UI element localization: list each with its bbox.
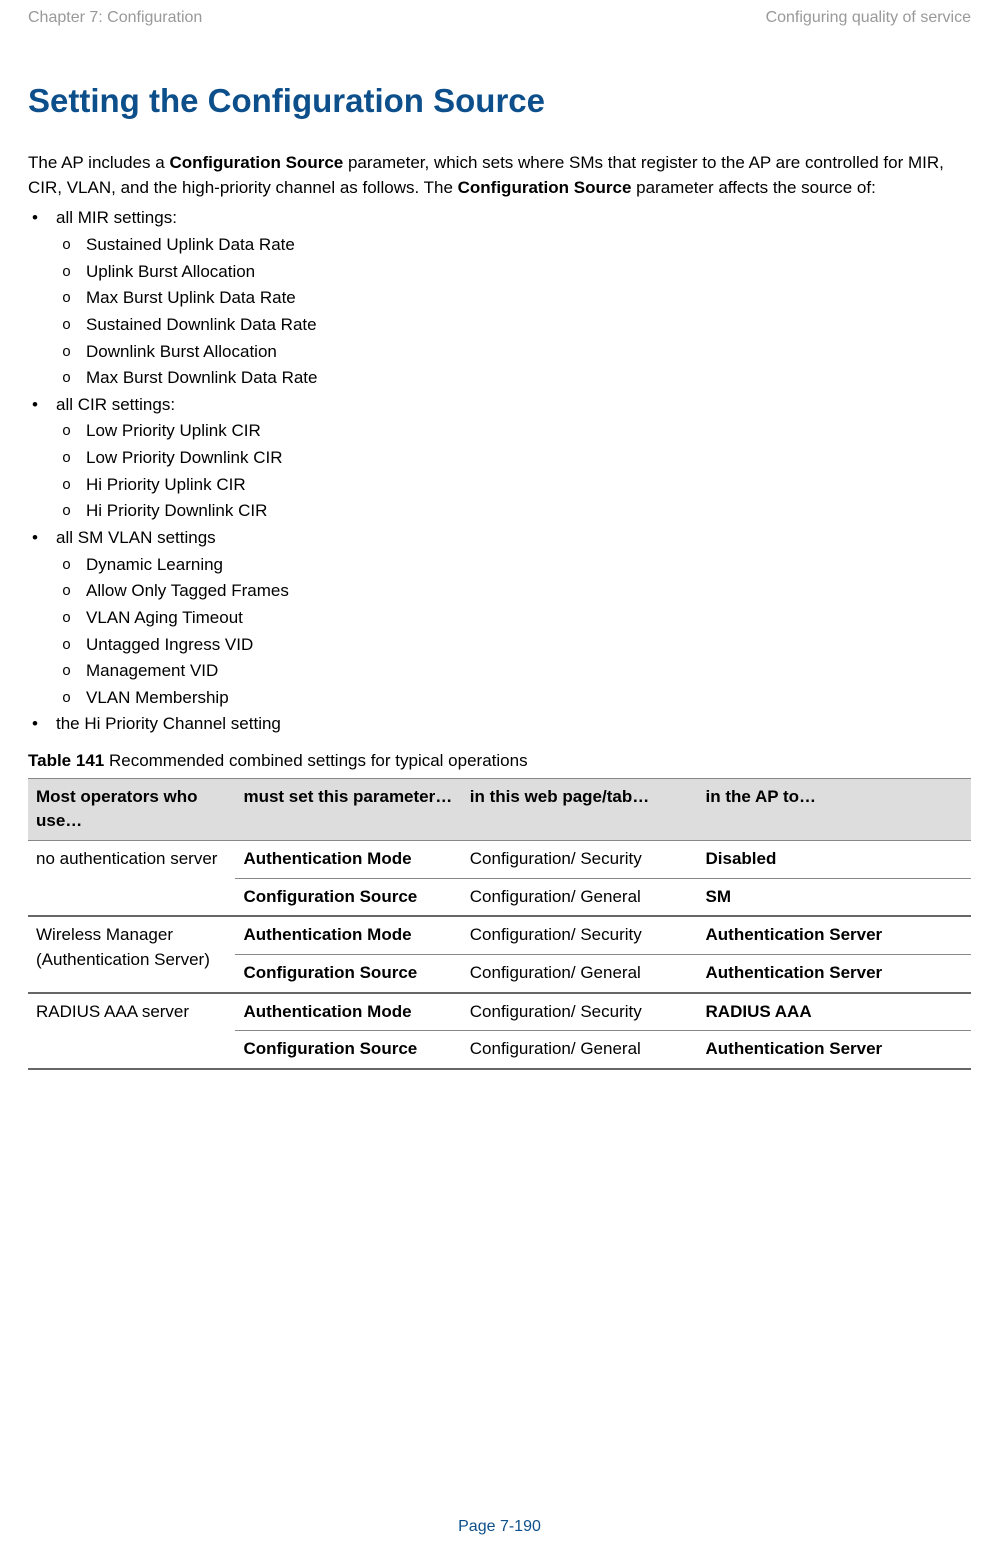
sublist-item: Hi Priority Downlink CIR — [86, 499, 971, 524]
table-header-cell: must set this parameter… — [235, 778, 461, 840]
table-cell-label: Wireless Manager (Authentication Server) — [28, 916, 235, 992]
table-caption-number: Table 141 — [28, 751, 104, 770]
sublist-item: Downlink Burst Allocation — [86, 340, 971, 365]
table-cell: SM — [698, 878, 971, 916]
page-footer: Page 7-190 — [0, 1515, 999, 1538]
sublist-item: Max Burst Downlink Data Rate — [86, 366, 971, 391]
settings-list: all MIR settings: Sustained Uplink Data … — [28, 206, 971, 737]
table-row: Wireless Manager (Authentication Server)… — [28, 916, 971, 954]
list-item: all MIR settings: Sustained Uplink Data … — [56, 206, 971, 390]
table-cell: Configuration Source — [235, 1031, 461, 1069]
sublist-item: Uplink Burst Allocation — [86, 260, 971, 285]
sublist: Dynamic Learning Allow Only Tagged Frame… — [56, 553, 971, 711]
list-item-label: all CIR settings: — [56, 395, 175, 414]
table-cell: Authentication Server — [698, 1031, 971, 1069]
sublist: Sustained Uplink Data Rate Uplink Burst … — [56, 233, 971, 391]
table-cell: Configuration Source — [235, 878, 461, 916]
intro-text: parameter affects the source of: — [631, 178, 875, 197]
intro-paragraph: The AP includes a Configuration Source p… — [28, 151, 971, 200]
table-cell: Authentication Mode — [235, 993, 461, 1031]
header-right: Configuring quality of service — [766, 6, 971, 29]
table-header-row: Most operators who use… must set this pa… — [28, 778, 971, 840]
list-item: all SM VLAN settings Dynamic Learning Al… — [56, 526, 971, 710]
sublist-item: Max Burst Uplink Data Rate — [86, 286, 971, 311]
table-header-cell: in this web page/tab… — [462, 778, 698, 840]
table-cell: Configuration/ Security — [462, 841, 698, 879]
intro-bold-1: Configuration Source — [169, 153, 343, 172]
sublist-item: Hi Priority Uplink CIR — [86, 473, 971, 498]
table-cell: Configuration/ Security — [462, 993, 698, 1031]
list-item-label: all MIR settings: — [56, 208, 177, 227]
page-header: Chapter 7: Configuration Configuring qua… — [28, 6, 971, 29]
table-cell-label: RADIUS AAA server — [28, 993, 235, 1069]
sublist-item: Sustained Downlink Data Rate — [86, 313, 971, 338]
sublist: Low Priority Uplink CIR Low Priority Dow… — [56, 419, 971, 524]
sublist-item: Allow Only Tagged Frames — [86, 579, 971, 604]
sublist-item: Management VID — [86, 659, 971, 684]
table-cell: Authentication Server — [698, 916, 971, 954]
table-header-cell: in the AP to… — [698, 778, 971, 840]
table-cell-label: no authentication server — [28, 841, 235, 917]
table-row: no authentication server Authentication … — [28, 841, 971, 879]
table-caption: Table 141 Recommended combined settings … — [28, 749, 971, 774]
intro-bold-2: Configuration Source — [458, 178, 632, 197]
table-cell: Configuration Source — [235, 954, 461, 992]
sublist-item: VLAN Aging Timeout — [86, 606, 971, 631]
table-row: RADIUS AAA server Authentication Mode Co… — [28, 993, 971, 1031]
table-head: Most operators who use… must set this pa… — [28, 778, 971, 840]
sublist-item: Low Priority Uplink CIR — [86, 419, 971, 444]
table-cell: Disabled — [698, 841, 971, 879]
settings-table: Most operators who use… must set this pa… — [28, 778, 971, 1070]
intro-text: The AP includes a — [28, 153, 169, 172]
list-item-label: all SM VLAN settings — [56, 528, 216, 547]
table-cell: RADIUS AAA — [698, 993, 971, 1031]
table-cell: Configuration/ General — [462, 1031, 698, 1069]
table-body: no authentication server Authentication … — [28, 841, 971, 1069]
list-item: all CIR settings: Low Priority Uplink CI… — [56, 393, 971, 524]
sublist-item: Untagged Ingress VID — [86, 633, 971, 658]
table-cell: Configuration/ General — [462, 878, 698, 916]
table-caption-text: Recommended combined settings for typica… — [104, 751, 527, 770]
table-header-cell: Most operators who use… — [28, 778, 235, 840]
sublist-item: Dynamic Learning — [86, 553, 971, 578]
table-cell: Authentication Mode — [235, 916, 461, 954]
header-left: Chapter 7: Configuration — [28, 6, 202, 29]
page-title: Setting the Configuration Source — [28, 77, 971, 125]
table-cell: Authentication Server — [698, 954, 971, 992]
sublist-item: VLAN Membership — [86, 686, 971, 711]
list-item: the Hi Priority Channel setting — [56, 712, 971, 737]
table-cell: Authentication Mode — [235, 841, 461, 879]
sublist-item: Low Priority Downlink CIR — [86, 446, 971, 471]
sublist-item: Sustained Uplink Data Rate — [86, 233, 971, 258]
table-cell: Configuration/ General — [462, 954, 698, 992]
table-cell: Configuration/ Security — [462, 916, 698, 954]
